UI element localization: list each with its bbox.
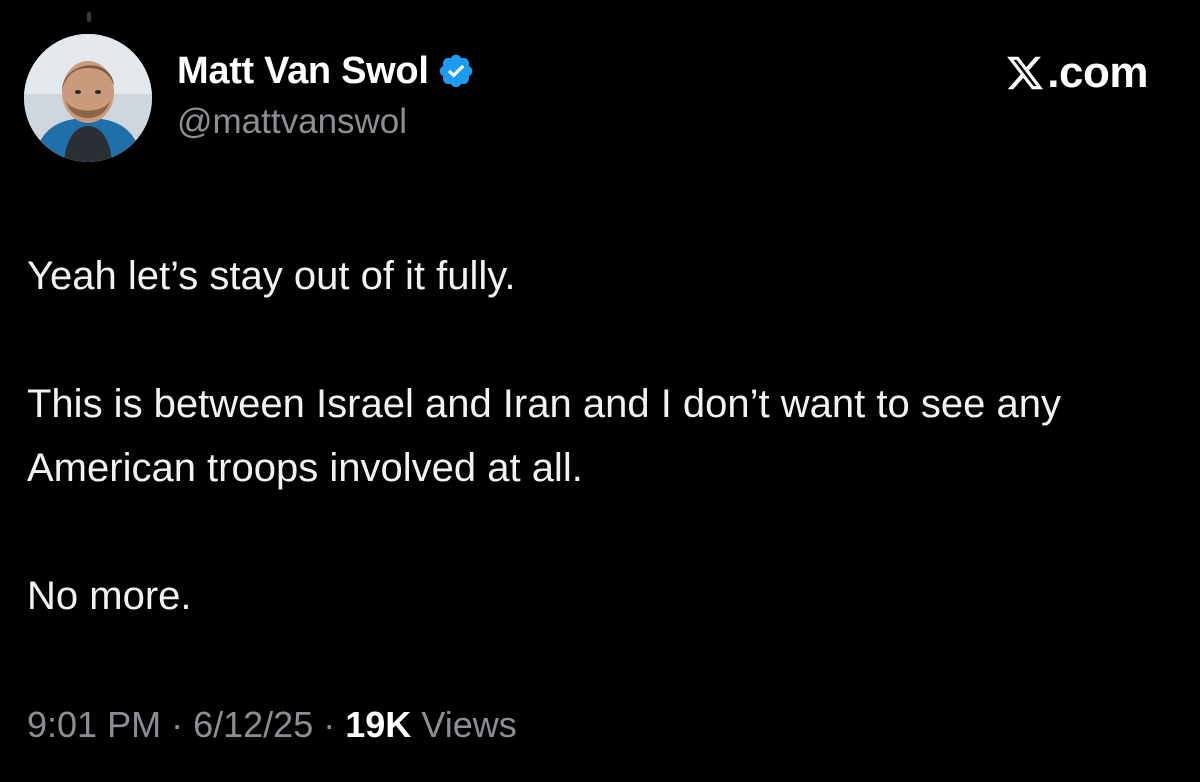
tweet-body: Yeah let’s stay out of it fully. This is…: [27, 244, 1157, 628]
author-handle[interactable]: @mattvanswol: [177, 102, 475, 142]
meta-separator: ·: [171, 704, 184, 745]
tweet-header: Matt Van Swol @mattvanswol . com: [24, 34, 1174, 164]
views-count[interactable]: 19K: [345, 704, 411, 745]
site-domain-text: .: [1047, 48, 1060, 97]
verified-badge-icon[interactable]: [437, 52, 475, 90]
tweet-paragraph: This is between Israel and Iran and I do…: [27, 382, 1070, 490]
name-row: Matt Van Swol: [177, 46, 475, 96]
author-display-name[interactable]: Matt Van Swol: [177, 50, 429, 93]
tweet-paragraph: Yeah let’s stay out of it fully.: [27, 254, 516, 298]
tweet-meta: 9:01 PM · 6/12/25 · 19K Views: [27, 704, 517, 746]
tweet-date[interactable]: 6/12/25: [193, 704, 313, 745]
status-indicator: [87, 12, 91, 22]
tweet-card: Matt Van Swol @mattvanswol . com Yeah let…: [0, 0, 1200, 782]
author-identity: Matt Van Swol @mattvanswol: [177, 46, 475, 142]
profile-photo-icon: [24, 34, 152, 162]
tweet-time[interactable]: 9:01 PM: [27, 704, 161, 745]
x-logo-icon: [1005, 53, 1045, 93]
avatar[interactable]: [24, 34, 152, 162]
meta-separator: ·: [323, 704, 336, 745]
views-label: Views: [421, 704, 517, 745]
tweet-paragraph: No more.: [27, 574, 192, 618]
site-tld-text: com: [1059, 48, 1148, 97]
site-label: . com: [1005, 48, 1148, 98]
